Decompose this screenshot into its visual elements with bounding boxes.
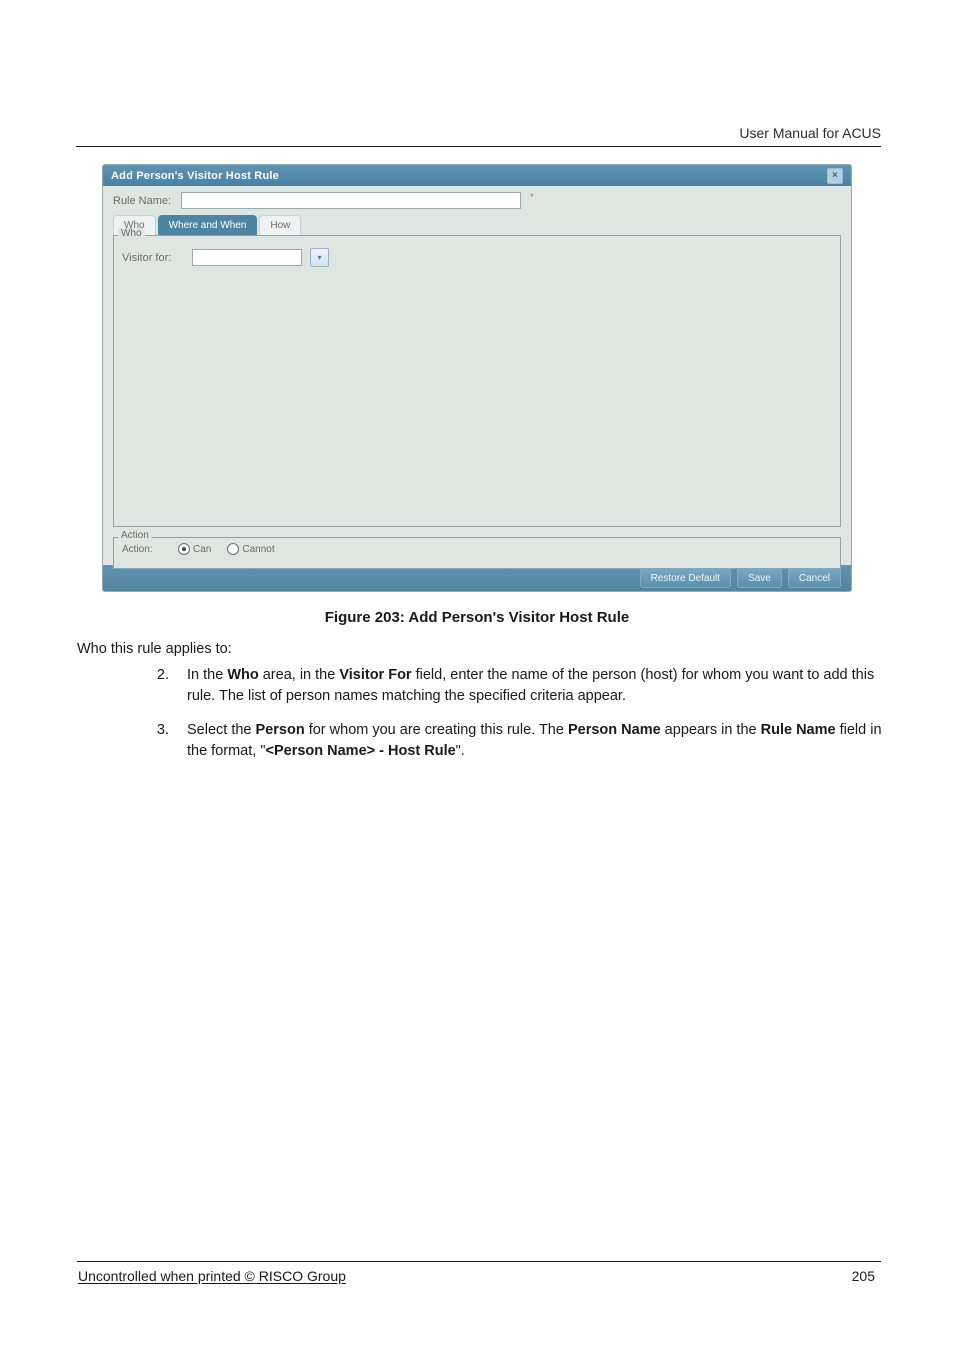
screenshot-panel: Add Person's Visitor Host Rule × Rule Na… [102, 164, 852, 592]
action-label: Action: [122, 544, 162, 555]
who-group: Who Visitor for: ▾ [113, 236, 841, 527]
ordered-steps: 2. In the Who area, in the Visitor For f… [77, 665, 882, 775]
visitor-for-input[interactable] [192, 249, 302, 266]
tab-how[interactable]: How [259, 215, 301, 235]
intro-text: Who this rule applies to: [77, 641, 232, 657]
footer-rule [77, 1261, 881, 1262]
radio-icon [178, 543, 190, 555]
who-group-label: Who [118, 228, 145, 239]
save-button[interactable]: Save [737, 568, 782, 588]
required-mark-icon: * [530, 192, 534, 202]
list-item: 3. Select the Person for whom you are cr… [77, 720, 882, 761]
window-title: Add Person's Visitor Host Rule [111, 170, 279, 182]
radio-can-label: Can [193, 544, 211, 555]
radio-icon [227, 543, 239, 555]
list-item: 2. In the Who area, in the Visitor For f… [77, 665, 882, 706]
rule-name-input[interactable] [181, 192, 521, 209]
radio-can[interactable]: Can [178, 543, 211, 555]
cancel-button[interactable]: Cancel [788, 568, 841, 588]
restore-default-button[interactable]: Restore Default [640, 568, 731, 588]
action-group: Action Action: Can Cannot [113, 537, 841, 569]
page: User Manual for ACUS Add Person's Visito… [0, 0, 954, 1350]
visitor-for-label: Visitor for: [122, 252, 184, 264]
radio-cannot[interactable]: Cannot [227, 543, 274, 555]
close-icon[interactable]: × [827, 168, 843, 184]
step-number: 3. [145, 720, 187, 761]
page-header-title: User Manual for ACUS [739, 125, 881, 141]
step-text: In the Who area, in the Visitor For fiel… [187, 665, 882, 706]
tab-where-and-when[interactable]: Where and When [158, 215, 258, 235]
action-group-label: Action [118, 530, 152, 541]
dropdown-icon[interactable]: ▾ [310, 248, 329, 267]
step-number: 2. [145, 665, 187, 706]
window-titlebar: Add Person's Visitor Host Rule × [103, 165, 851, 186]
step-text: Select the Person for whom you are creat… [187, 720, 882, 761]
window-body: Rule Name: * Who Where and When How Who … [103, 186, 851, 565]
header-rule [76, 146, 881, 147]
page-number: 205 [852, 1268, 875, 1284]
radio-cannot-label: Cannot [242, 544, 274, 555]
footer-left-text: Uncontrolled when printed © RISCO Group [78, 1268, 346, 1284]
rule-name-label: Rule Name: [113, 195, 175, 207]
figure-caption: Figure 203: Add Person's Visitor Host Ru… [0, 609, 954, 626]
